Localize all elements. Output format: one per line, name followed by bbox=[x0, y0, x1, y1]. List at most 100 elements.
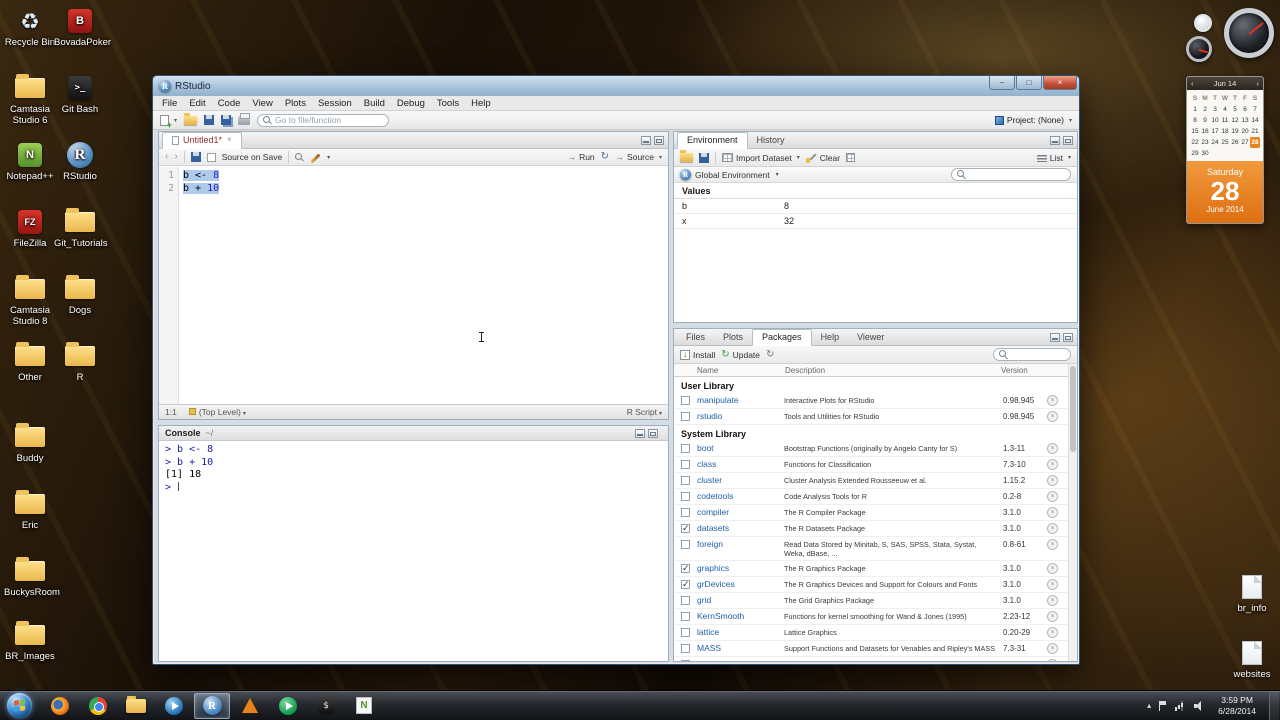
environment-search[interactable] bbox=[951, 168, 1071, 181]
package-checkbox[interactable] bbox=[681, 523, 690, 534]
scope-selector[interactable]: (Top Level) ▾ bbox=[188, 407, 246, 417]
tab-files[interactable]: Files bbox=[677, 330, 714, 345]
code-tools-button[interactable]: ▾ bbox=[310, 152, 330, 163]
package-checkbox[interactable] bbox=[681, 460, 690, 469]
calendar-day[interactable]: 3 bbox=[1210, 104, 1220, 115]
menu-item-debug[interactable]: Debug bbox=[391, 97, 431, 110]
calendar-day[interactable]: 4 bbox=[1220, 104, 1230, 115]
taskbar-item-gitbash[interactable]: $ bbox=[308, 693, 344, 719]
calendar-day[interactable]: 13 bbox=[1240, 115, 1250, 126]
tab-close-icon[interactable]: × bbox=[227, 136, 232, 144]
packages-search[interactable] bbox=[993, 348, 1071, 361]
desktop-icon[interactable]: R RStudio bbox=[54, 140, 106, 182]
calendar-day[interactable]: 12 bbox=[1230, 115, 1240, 126]
calendar-day[interactable]: 8 bbox=[1190, 115, 1200, 126]
taskbar-item-rstudio[interactable]: R bbox=[194, 692, 230, 719]
update-button[interactable]: ↻ Update bbox=[721, 349, 760, 360]
scrollbar-thumb[interactable] bbox=[1070, 366, 1076, 452]
load-workspace-icon[interactable] bbox=[680, 150, 693, 162]
packages-scrollbar[interactable] bbox=[1068, 364, 1077, 661]
cpu-meter-gadget[interactable] bbox=[1180, 6, 1276, 76]
calendar-day[interactable]: 14 bbox=[1250, 115, 1260, 126]
import-dataset-button[interactable]: Import Dataset ▾ bbox=[722, 153, 800, 163]
package-remove-button[interactable]: × bbox=[1047, 627, 1058, 638]
menu-item-edit[interactable]: Edit bbox=[183, 97, 211, 110]
taskbar-item-vlc[interactable] bbox=[232, 693, 268, 719]
menu-item-session[interactable]: Session bbox=[312, 97, 358, 110]
window-maximize-button[interactable]: □ bbox=[1016, 76, 1042, 90]
packages-search-input[interactable] bbox=[1011, 349, 1065, 360]
list-view-selector[interactable]: List ▾ bbox=[1036, 153, 1071, 163]
calendar-day[interactable]: 15 bbox=[1190, 126, 1200, 137]
tab-environment[interactable]: Environment bbox=[677, 132, 748, 149]
grid-view-icon[interactable] bbox=[846, 153, 856, 162]
package-name-link[interactable]: grid bbox=[697, 595, 777, 605]
goto-file-input[interactable] bbox=[275, 114, 384, 126]
pane-minimize-icon[interactable] bbox=[635, 428, 645, 438]
source-tab-untitled1[interactable]: Untitled1* × bbox=[162, 132, 242, 149]
package-remove-button[interactable]: × bbox=[1047, 395, 1058, 406]
run-button[interactable]: → Run bbox=[567, 152, 595, 162]
menu-item-tools[interactable]: Tools bbox=[431, 97, 465, 110]
source-button[interactable]: → Source ▾ bbox=[615, 152, 662, 162]
tab-help[interactable]: Help bbox=[812, 330, 849, 345]
code-editor[interactable]: 12 b <- 8b + 10 bbox=[159, 167, 668, 404]
calendar-day[interactable]: 28 bbox=[1250, 137, 1260, 148]
calendar-day[interactable] bbox=[1250, 148, 1260, 159]
taskbar-item-explorer[interactable] bbox=[118, 693, 154, 719]
forward-icon[interactable]: › bbox=[174, 152, 177, 162]
source-on-save-checkbox[interactable] bbox=[206, 152, 216, 162]
tray-expand-arrow[interactable]: ▴ bbox=[1147, 701, 1151, 710]
calendar-day[interactable]: 19 bbox=[1230, 126, 1240, 137]
package-name-link[interactable]: cluster bbox=[697, 475, 777, 485]
start-button[interactable] bbox=[7, 693, 32, 718]
package-checkbox[interactable] bbox=[681, 628, 690, 637]
desktop-icon[interactable]: websites bbox=[1226, 638, 1278, 680]
console-output[interactable]: > b <- 8 > b + 10 [1] 18 > bbox=[159, 441, 668, 497]
tab-history[interactable]: History bbox=[748, 133, 794, 148]
print-icon[interactable] bbox=[238, 112, 251, 125]
package-remove-button[interactable]: × bbox=[1047, 659, 1058, 661]
desktop-icon[interactable]: br_info bbox=[1226, 572, 1278, 614]
taskbar-item-firefox[interactable] bbox=[42, 693, 78, 719]
package-remove-button[interactable]: × bbox=[1047, 563, 1058, 574]
desktop-icon[interactable]: ♻ Recycle Bin bbox=[4, 6, 56, 48]
tab-packages[interactable]: Packages bbox=[752, 329, 812, 346]
calendar-day[interactable]: 16 bbox=[1200, 126, 1210, 137]
calendar-day[interactable]: 24 bbox=[1210, 137, 1220, 148]
package-name-link[interactable]: rstudio bbox=[697, 411, 777, 421]
package-name-link[interactable]: KernSmooth bbox=[697, 611, 777, 621]
calendar-day[interactable]: 2 bbox=[1200, 104, 1210, 115]
calendar-day[interactable]: 17 bbox=[1210, 126, 1220, 137]
calendar-day[interactable]: 27 bbox=[1240, 137, 1250, 148]
taskbar-item-notepad[interactable]: N bbox=[346, 693, 382, 719]
desktop-icon[interactable]: Camtasia Studio 8 bbox=[4, 274, 56, 327]
package-name-link[interactable]: MASS bbox=[697, 643, 777, 653]
calendar-day[interactable]: 22 bbox=[1190, 137, 1200, 148]
network-icon[interactable] bbox=[1175, 700, 1186, 711]
system-clock[interactable]: 3:59 PM 6/28/2014 bbox=[1213, 695, 1261, 717]
package-checkbox[interactable] bbox=[681, 644, 690, 653]
pane-maximize-icon[interactable] bbox=[1063, 332, 1073, 342]
package-name-link[interactable]: class bbox=[697, 459, 777, 469]
desktop-icon[interactable]: Git_Tutorials bbox=[54, 207, 108, 249]
calendar-day[interactable]: 21 bbox=[1250, 126, 1260, 137]
calendar-day[interactable]: 1 bbox=[1190, 104, 1200, 115]
find-icon[interactable] bbox=[295, 152, 304, 162]
pane-maximize-icon[interactable] bbox=[1063, 135, 1073, 145]
save-source-icon[interactable] bbox=[190, 152, 201, 162]
save-all-icon[interactable] bbox=[221, 115, 232, 125]
menu-item-plots[interactable]: Plots bbox=[279, 97, 312, 110]
package-checkbox[interactable] bbox=[681, 612, 690, 621]
back-icon[interactable]: ‹ bbox=[165, 152, 168, 162]
environment-variable-row[interactable]: x 32 bbox=[674, 214, 1077, 229]
desktop-icon[interactable]: Eric bbox=[4, 489, 56, 531]
desktop-icon[interactable]: BR_Images bbox=[4, 620, 56, 662]
package-remove-button[interactable]: × bbox=[1047, 523, 1058, 534]
menu-item-view[interactable]: View bbox=[246, 97, 278, 110]
calendar-day[interactable]: 25 bbox=[1220, 137, 1230, 148]
window-minimize-button[interactable]: – bbox=[989, 76, 1015, 90]
calendar-day[interactable]: 29 bbox=[1190, 148, 1200, 159]
desktop-icon[interactable]: FZ FileZilla bbox=[4, 207, 56, 249]
window-close-button[interactable]: × bbox=[1043, 76, 1077, 90]
